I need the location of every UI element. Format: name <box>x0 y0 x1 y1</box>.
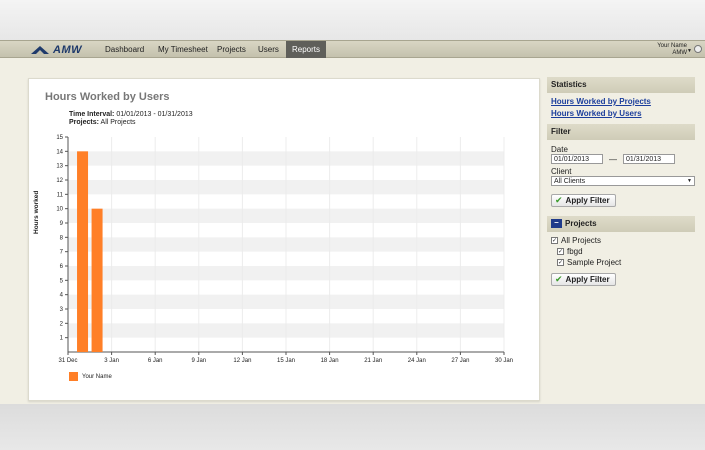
user-org: AMW <box>672 49 687 56</box>
x-tick-label: 18 Jan <box>321 358 339 364</box>
filter-header: Filter <box>547 124 695 140</box>
x-tick-label: 9 Jan <box>191 358 206 364</box>
chart-legend: Your Name <box>69 372 112 381</box>
projects-header: – Projects <box>547 216 695 232</box>
all-projects-checkbox-row[interactable]: ✓ All Projects <box>547 235 695 246</box>
client-select[interactable]: All Clients ▼ <box>551 176 695 186</box>
project-sample-row[interactable]: ✓ Sample Project <box>547 257 695 268</box>
nav-projects[interactable]: Projects <box>217 41 246 58</box>
legend-swatch <box>69 372 78 381</box>
y-tick-label: 10 <box>56 207 63 213</box>
collapse-icon[interactable]: – <box>551 219 562 229</box>
y-tick-label: 14 <box>56 149 63 155</box>
y-tick-label: 4 <box>60 293 64 299</box>
nav-dashboard[interactable]: Dashboard <box>105 41 144 58</box>
bar <box>91 208 103 352</box>
app-logo[interactable]: AMW <box>30 43 82 56</box>
client-label: Client <box>551 167 572 176</box>
y-tick-label: 5 <box>60 278 64 284</box>
top-strip <box>0 0 705 40</box>
x-tick-label: 12 Jan <box>233 358 251 364</box>
y-tick-label: 13 <box>56 164 63 170</box>
y-tick-label: 11 <box>57 192 64 198</box>
date-label: Date <box>551 145 568 154</box>
y-tick-label: 6 <box>60 264 64 270</box>
y-tick-label: 8 <box>60 235 64 241</box>
all-projects-checkbox[interactable]: ✓ <box>551 237 558 244</box>
date-from-input[interactable]: 01/01/2013 <box>551 154 603 164</box>
settings-icon[interactable] <box>694 45 702 53</box>
nav-users[interactable]: Users <box>258 41 279 58</box>
project-sample-label: Sample Project <box>567 258 622 267</box>
y-tick-label: 7 <box>60 250 64 256</box>
project-fbgd-row[interactable]: ✓ fbgd <box>547 246 695 257</box>
nav-my-timesheet[interactable]: My Timesheet <box>158 41 208 58</box>
logo-text: AMW <box>53 43 82 56</box>
projects-header-label: Projects <box>565 219 597 228</box>
bar <box>77 151 89 352</box>
report-card: Hours Worked by Users Time Interval: 01/… <box>28 78 540 401</box>
date-separator: — <box>609 154 617 164</box>
y-tick-label: 12 <box>56 178 63 184</box>
legend-label: Your Name <box>82 373 112 380</box>
bottom-strip <box>0 404 705 450</box>
apply-filter-label: Apply Filter <box>565 196 610 205</box>
user-menu[interactable]: Your Name AMW <box>657 43 687 56</box>
link-hours-by-projects[interactable]: Hours Worked by Projects <box>547 96 695 108</box>
date-to-input[interactable]: 01/31/2013 <box>623 154 675 164</box>
client-select-value: All Clients <box>554 178 586 185</box>
apply-filter-button[interactable]: ✔ Apply Filter <box>551 194 616 207</box>
y-tick-label: 3 <box>60 307 64 313</box>
x-tick-label: 24 Jan <box>408 358 426 364</box>
y-tick-label: 9 <box>60 221 64 227</box>
date-range: 01/01/2013 — 01/31/2013 <box>547 154 695 164</box>
x-tick-label: 31 Dec <box>58 358 77 364</box>
check-icon: ✔ <box>555 195 563 205</box>
x-tick-label: 6 Jan <box>148 358 163 364</box>
check-icon: ✔ <box>555 274 563 284</box>
project-sample-checkbox[interactable]: ✓ <box>557 259 564 266</box>
chevron-down-icon: ▼ <box>687 178 692 184</box>
nav-reports[interactable]: Reports <box>286 41 327 58</box>
caret-down-icon[interactable]: ▼ <box>687 48 692 54</box>
top-navbar: AMW Dashboard My Timesheet Projects User… <box>0 40 705 58</box>
user-name: Your Name <box>657 43 687 49</box>
x-tick-label: 3 Jan <box>104 358 119 364</box>
sidebar: Statistics Hours Worked by Projects Hour… <box>547 77 695 286</box>
x-tick-label: 30 Jan <box>495 358 513 364</box>
y-tick-label: 1 <box>60 336 64 342</box>
x-tick-label: 15 Jan <box>277 358 295 364</box>
logo-icon <box>31 45 49 54</box>
project-fbgd-label: fbgd <box>567 247 583 256</box>
all-projects-label: All Projects <box>561 236 602 245</box>
x-tick-label: 21 Jan <box>364 358 382 364</box>
project-fbgd-checkbox[interactable]: ✓ <box>557 248 564 255</box>
apply-filter-label: Apply Filter <box>565 275 610 284</box>
statistics-header: Statistics <box>547 77 695 93</box>
x-tick-label: 27 Jan <box>451 358 469 364</box>
apply-filter-button-projects[interactable]: ✔ Apply Filter <box>551 273 616 286</box>
y-tick-label: 2 <box>60 321 64 327</box>
link-hours-by-users[interactable]: Hours Worked by Users <box>547 108 695 120</box>
y-tick-label: 15 <box>56 135 63 141</box>
hours-chart: 31 Dec 3 Jan 6 Jan 9 Jan 12 Jan 15 Jan 18 Jan 2… <box>56 135 513 364</box>
